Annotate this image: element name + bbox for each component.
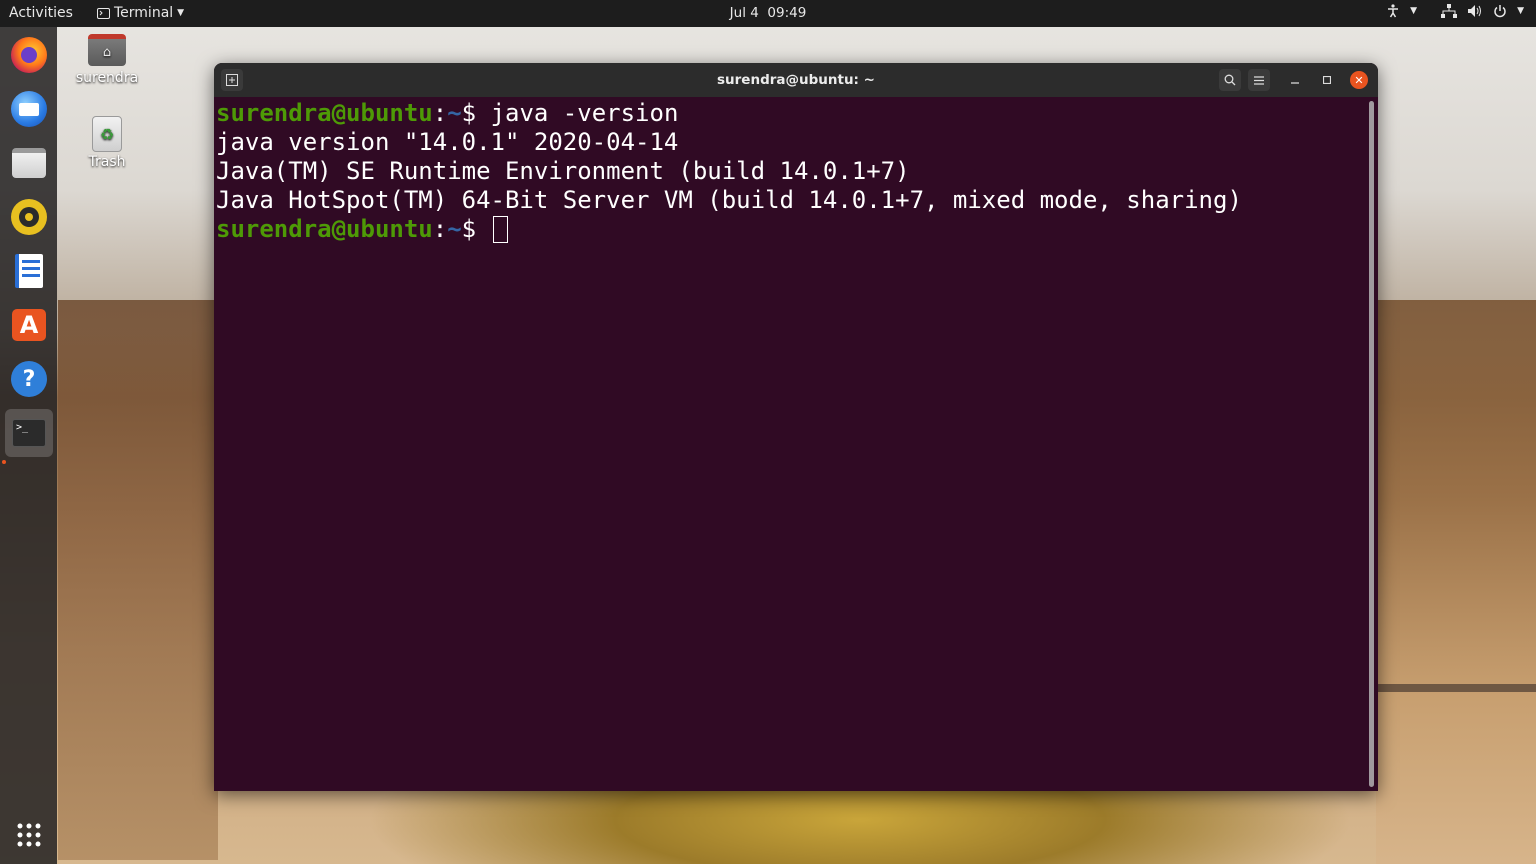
desktop-home-label: surendra	[75, 70, 139, 86]
help-icon: ?	[11, 361, 47, 397]
dock-item-thunderbird[interactable]	[5, 85, 53, 133]
terminal-icon: >_	[12, 419, 46, 447]
network-icon[interactable]	[1441, 4, 1458, 18]
maximize-icon	[1323, 76, 1331, 84]
minimize-button[interactable]	[1284, 69, 1306, 91]
mail-icon	[11, 91, 47, 127]
desktop-trash-label: Trash	[88, 154, 126, 170]
clock-date: Jul 4	[729, 5, 759, 21]
dock-item-rhythmbox[interactable]	[5, 193, 53, 241]
window-title: surendra@ubuntu: ~	[717, 72, 875, 88]
terminal-headerbar[interactable]: surendra@ubuntu: ~ ✕	[214, 63, 1378, 97]
terminal-window[interactable]: surendra@ubuntu: ~ ✕ surendra@ubuntu:~$ …	[214, 63, 1378, 791]
desktop-home-icon[interactable]: ⌂ surendra	[67, 34, 147, 86]
firefox-icon	[11, 37, 47, 73]
maximize-button[interactable]	[1316, 69, 1338, 91]
document-icon	[15, 254, 43, 288]
dock-item-firefox[interactable]	[5, 31, 53, 79]
system-tray[interactable]: ▼ ▼	[1386, 4, 1524, 18]
prompt-path: ~	[447, 215, 462, 243]
minimize-icon	[1291, 82, 1299, 84]
prompt-user: surendra@ubuntu	[216, 215, 433, 243]
command-text: java -version	[490, 99, 679, 127]
power-icon[interactable]	[1493, 4, 1507, 18]
volume-icon[interactable]	[1467, 4, 1483, 18]
terminal-line: Java(TM) SE Runtime Environment (build 1…	[216, 157, 910, 185]
clock[interactable]: Jul 4 09:49	[0, 5, 1536, 21]
top-bar: Activities Terminal ▼ Jul 4 09:49 ▼ ▼	[0, 0, 1536, 27]
chevron-down-icon[interactable]: ▼	[1410, 6, 1417, 16]
dock-item-terminal[interactable]: >_	[5, 409, 53, 457]
terminal-line: java version "14.0.1" 2020-04-14	[216, 128, 679, 156]
terminal-output[interactable]: surendra@ubuntu:~$ java -version java ver…	[216, 99, 1366, 789]
wallpaper-shadow-left	[58, 300, 218, 860]
home-folder-icon: ⌂	[88, 34, 126, 66]
dock: A ? >_	[0, 27, 57, 864]
close-icon: ✕	[1354, 73, 1364, 87]
prompt-sep: :	[432, 99, 448, 127]
prompt-sep: :	[432, 215, 448, 243]
dock-item-files[interactable]	[5, 139, 53, 187]
accessibility-icon[interactable]	[1386, 4, 1400, 18]
dock-item-writer[interactable]	[5, 247, 53, 295]
text-cursor	[492, 216, 508, 243]
prompt-path: ~	[447, 99, 462, 127]
dock-item-software[interactable]: A	[5, 301, 53, 349]
search-button[interactable]	[1219, 69, 1241, 91]
show-applications-button[interactable]	[5, 811, 53, 859]
hamburger-icon	[1254, 75, 1264, 85]
wallpaper-stripe	[1376, 684, 1536, 692]
close-button[interactable]: ✕	[1350, 71, 1368, 89]
terminal-line: surendra@ubuntu:~$ java -version	[216, 99, 1366, 128]
search-icon	[1224, 74, 1236, 86]
desktop-trash-icon[interactable]: ♻ Trash	[67, 116, 147, 170]
menu-button[interactable]	[1248, 69, 1270, 91]
folder-icon	[12, 148, 46, 178]
prompt-user: surendra@ubuntu	[216, 99, 433, 127]
scrollbar[interactable]	[1369, 101, 1374, 787]
running-indicator	[2, 460, 6, 464]
app-grid-icon	[17, 823, 41, 847]
wallpaper-shadow-right	[1376, 300, 1536, 864]
chevron-down-icon[interactable]: ▼	[1517, 6, 1524, 16]
music-icon	[11, 199, 47, 235]
terminal-line: Java HotSpot(TM) 64-Bit Server VM (build…	[216, 186, 1242, 214]
prompt-sign: $	[461, 215, 491, 243]
terminal-line: surendra@ubuntu:~$	[216, 215, 1366, 244]
prompt-sign: $	[461, 99, 491, 127]
trash-icon: ♻	[92, 116, 122, 152]
clock-time: 09:49	[767, 5, 807, 21]
dock-item-help[interactable]: ?	[5, 355, 53, 403]
software-icon: A	[12, 309, 46, 341]
